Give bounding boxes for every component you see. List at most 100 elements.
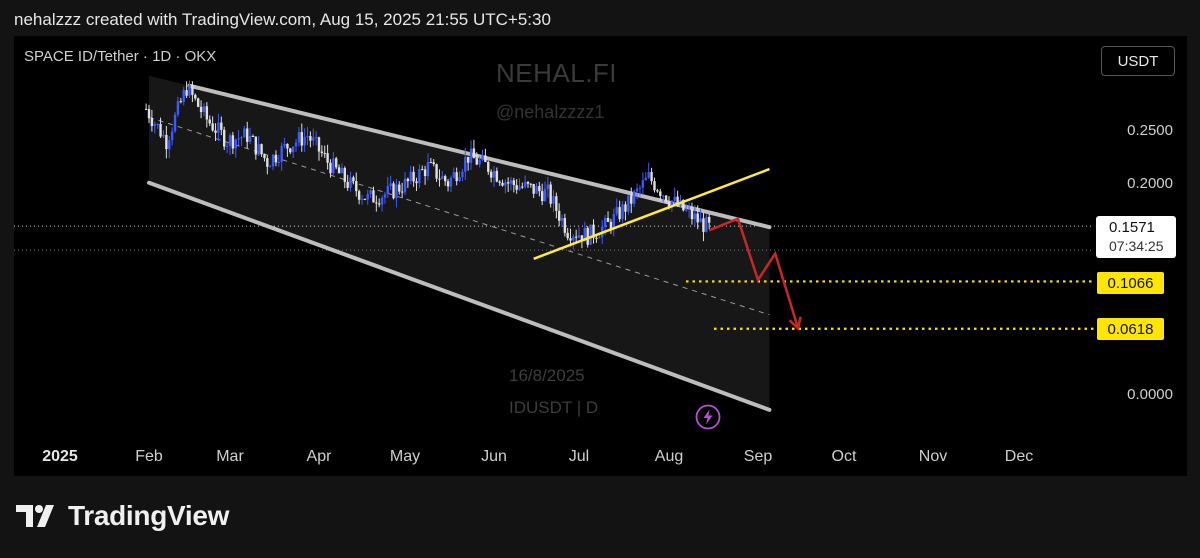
candle-body [560, 218, 564, 221]
candle-body [523, 182, 527, 187]
candle-body [150, 118, 154, 126]
candle-body [303, 136, 306, 146]
candle-body [349, 177, 352, 188]
candle-body [185, 90, 188, 96]
candle-body [378, 203, 381, 205]
candle-body [257, 144, 260, 155]
current-price-value: 0.1571 [1109, 219, 1155, 236]
candle-body [366, 194, 369, 200]
candle-body [223, 129, 226, 147]
candle-body [291, 146, 295, 153]
candle-body [234, 139, 237, 149]
candle-body [170, 131, 174, 141]
candle-body [618, 207, 621, 220]
candle-body [438, 178, 441, 180]
candle-body [650, 172, 653, 182]
candle-body [478, 159, 481, 165]
candle-body [656, 190, 659, 192]
candle-body [555, 196, 558, 211]
candle-body [707, 216, 711, 223]
x-tick-label: Mar [216, 448, 244, 465]
candle-body [329, 162, 332, 174]
candle-body [369, 190, 372, 195]
candle-body [653, 181, 656, 191]
candle-body [464, 156, 467, 172]
candle-body [495, 170, 499, 182]
candle-body [352, 177, 355, 182]
candle-body [667, 201, 671, 207]
candle-body [598, 237, 601, 239]
candle-body [231, 135, 235, 149]
candle-body [400, 191, 404, 193]
candle-body [526, 182, 530, 184]
candle-body [461, 171, 464, 178]
y-tick-label: 0.2500 [1127, 122, 1173, 139]
candle-body [375, 202, 378, 204]
symbol-title[interactable]: SPACE ID/Tether · 1D · OKX [24, 48, 216, 65]
x-tick-label: Oct [831, 448, 857, 465]
currency-selector[interactable]: USDT [1101, 46, 1175, 76]
x-tick-label: Nov [918, 448, 948, 465]
candle-body [191, 84, 194, 95]
candle-body [699, 218, 702, 223]
candle-body [498, 181, 501, 183]
candle-body [217, 122, 220, 133]
candle-body [320, 151, 324, 154]
candle-body [690, 208, 694, 220]
candle-body [418, 169, 421, 184]
candle-body [549, 184, 552, 204]
candle-body [159, 123, 162, 137]
candle-body [271, 154, 275, 167]
watermark-ticker: IDUSDT | D [509, 398, 599, 417]
candle-body [432, 162, 435, 165]
candle-body [627, 195, 630, 212]
tradingview-logo[interactable]: TradingView [16, 500, 229, 532]
candle-body [621, 204, 624, 220]
candle-body [332, 158, 335, 174]
candle-body [326, 153, 329, 163]
candle-body [317, 137, 321, 152]
candle-body [512, 180, 516, 185]
candle-body [237, 138, 240, 140]
x-tick-label: Feb [135, 448, 163, 465]
candle-body [312, 137, 315, 141]
candle-body [685, 209, 688, 211]
candle-body [297, 132, 301, 143]
x-tick-label: Jun [481, 448, 507, 465]
candle-body [441, 176, 444, 179]
lightning-bolt-icon[interactable] [695, 404, 721, 430]
y-tick-label: 0.2000 [1127, 175, 1173, 192]
chart-panel[interactable]: SPACE ID/Tether · 1D · OKX NEHAL.FI @neh… [14, 36, 1187, 476]
candle-body [586, 227, 589, 245]
candle-body [398, 184, 401, 192]
candle-body [455, 172, 458, 181]
candle-body [277, 161, 281, 163]
x-tick-label: May [389, 448, 421, 465]
candle-body [641, 180, 645, 188]
candle-body [426, 162, 430, 177]
candle-body [179, 101, 183, 103]
candle-body [263, 154, 266, 159]
candle-body [208, 119, 211, 124]
candle-body [274, 154, 278, 163]
candle-body [673, 196, 676, 201]
candle-body [509, 180, 513, 184]
candle-body [173, 114, 177, 132]
candle-body [421, 169, 424, 171]
candle-body [196, 98, 200, 107]
current-price-tag: 0.1571 07:34:25 [1096, 216, 1176, 258]
candle-body [286, 143, 289, 149]
candle-body [506, 182, 510, 184]
candle-body [546, 184, 550, 189]
candle-body [162, 134, 165, 137]
candle-body [487, 161, 490, 172]
candle-body [147, 109, 151, 119]
x-tick-label: Jul [568, 448, 590, 465]
candle-body [475, 158, 478, 165]
candle-body [446, 181, 450, 187]
candle-body [458, 177, 461, 181]
candle-body [624, 204, 627, 212]
candle-body [659, 191, 662, 196]
candle-body [176, 101, 180, 115]
candle-body [443, 176, 447, 182]
